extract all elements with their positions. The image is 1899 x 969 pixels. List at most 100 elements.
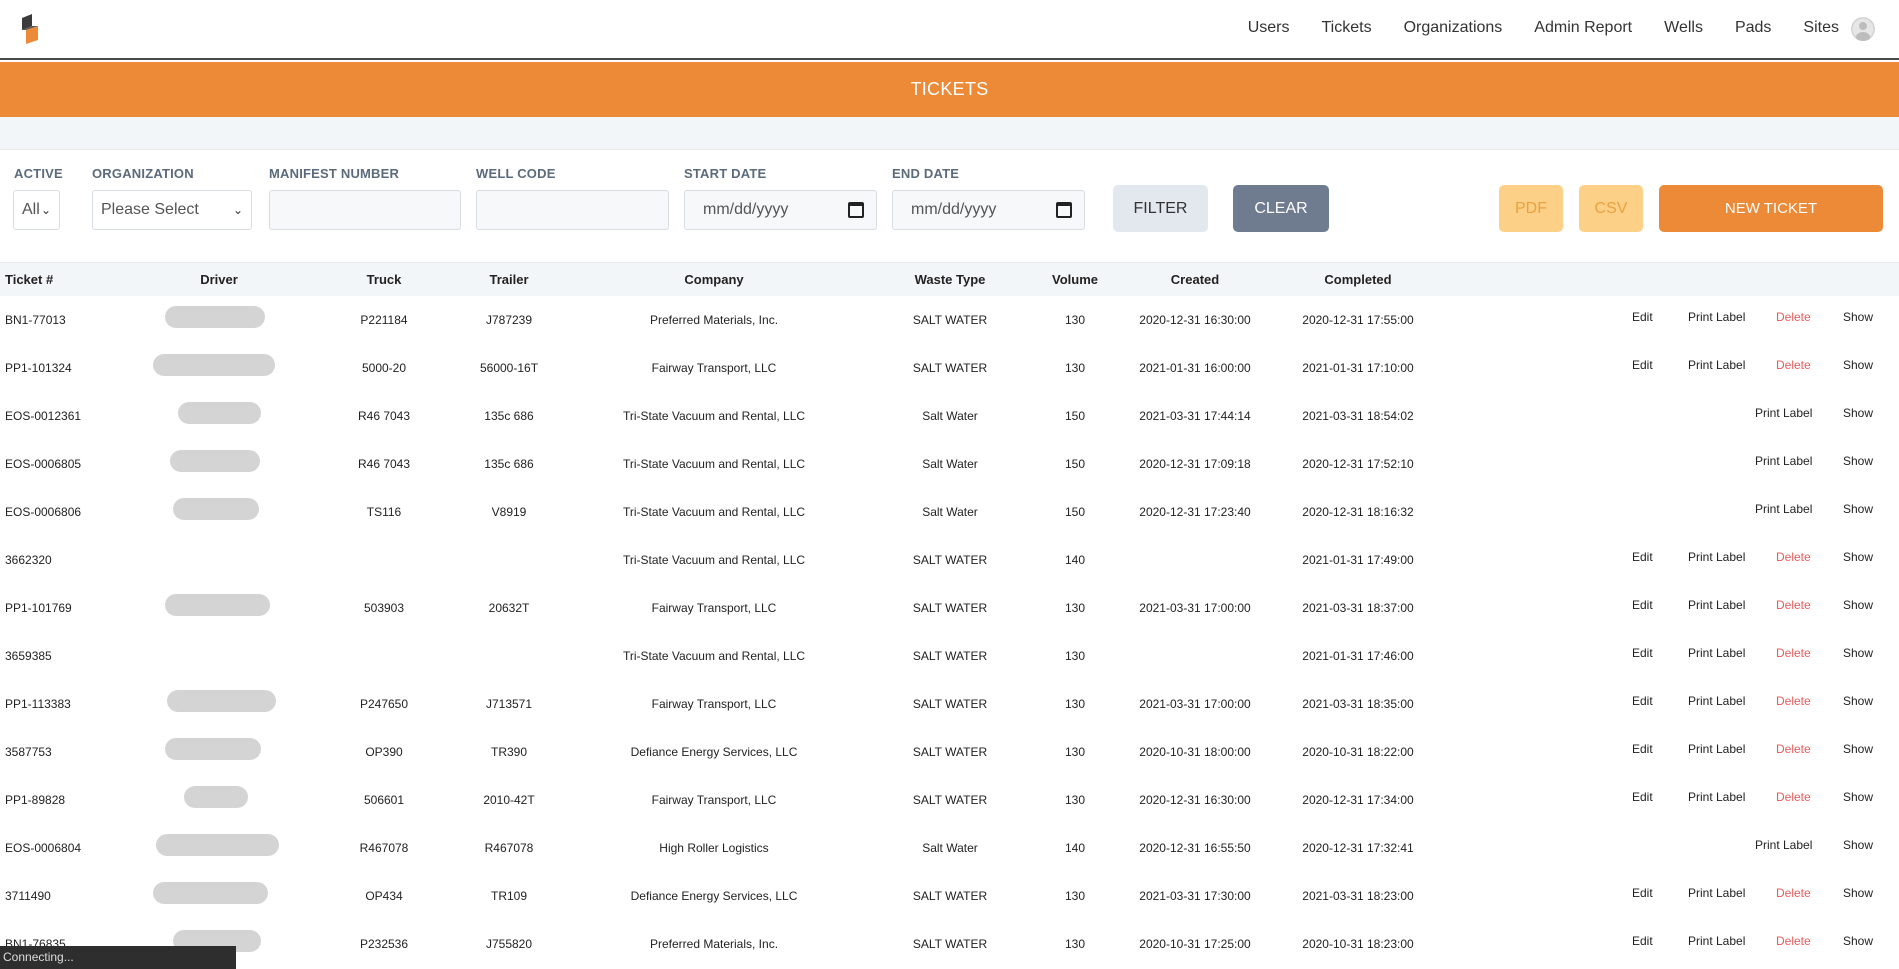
print-label-link[interactable]: Print Label	[1688, 742, 1745, 756]
edit-link[interactable]: Edit	[1632, 646, 1653, 660]
table-row[interactable]: PP1-89828 506601 2010-42T Fairway Transport…	[0, 776, 1899, 824]
nav-link-pads[interactable]: Pads	[1735, 19, 1771, 37]
cell-created: 2020-10-31 17:25:00	[1139, 937, 1251, 951]
driver-redacted	[173, 498, 259, 520]
table-row[interactable]: 3711490 OP434 TR109 Defiance Energy Service…	[0, 872, 1899, 920]
csv-button[interactable]: CSV	[1579, 185, 1643, 232]
cell-waste: Salt Water	[922, 409, 978, 423]
delete-link[interactable]: Delete	[1776, 934, 1811, 948]
column-header[interactable]: Completed	[1324, 272, 1391, 287]
edit-link[interactable]: Edit	[1632, 598, 1653, 612]
print-label-link[interactable]: Print Label	[1688, 694, 1745, 708]
print-label-link[interactable]: Print Label	[1755, 406, 1812, 420]
show-link[interactable]: Show	[1843, 934, 1873, 948]
print-label-link[interactable]: Print Label	[1688, 598, 1745, 612]
delete-link[interactable]: Delete	[1776, 694, 1811, 708]
chevron-down-icon: ⌄	[232, 203, 243, 217]
table-row[interactable]: EOS-0012361 R46 7043 135c 686 Tri-State Vac…	[0, 392, 1899, 440]
edit-link[interactable]: Edit	[1632, 358, 1653, 372]
edit-link[interactable]: Edit	[1632, 934, 1653, 948]
calendar-icon[interactable]	[848, 202, 864, 218]
delete-link[interactable]: Delete	[1776, 358, 1811, 372]
delete-link[interactable]: Delete	[1776, 790, 1811, 804]
show-link[interactable]: Show	[1843, 406, 1873, 420]
new-ticket-button[interactable]: NEW TICKET	[1659, 185, 1883, 232]
cell-ticket: 3662320	[5, 553, 52, 567]
delete-link[interactable]: Delete	[1776, 598, 1811, 612]
app-logo-icon[interactable]	[18, 14, 42, 46]
print-label-link[interactable]: Print Label	[1688, 550, 1745, 564]
nav-link-users[interactable]: Users	[1248, 19, 1290, 37]
edit-link[interactable]: Edit	[1632, 310, 1653, 324]
edit-link[interactable]: Edit	[1632, 886, 1653, 900]
show-link[interactable]: Show	[1843, 502, 1873, 516]
show-link[interactable]: Show	[1843, 358, 1873, 372]
column-header[interactable]: Volume	[1052, 272, 1098, 287]
show-link[interactable]: Show	[1843, 886, 1873, 900]
edit-link[interactable]: Edit	[1632, 742, 1653, 756]
well-code-input[interactable]	[476, 190, 669, 230]
show-link[interactable]: Show	[1843, 310, 1873, 324]
column-header[interactable]: Trailer	[489, 272, 528, 287]
start-date-input[interactable]: mm/dd/yyyy	[684, 190, 877, 230]
active-select[interactable]: All ⌄	[13, 190, 60, 230]
manifest-number-input[interactable]	[269, 190, 461, 230]
pdf-button[interactable]: PDF	[1499, 185, 1563, 232]
table-row[interactable]: EOS-0006805 R46 7043 135c 686 Tri-State Vac…	[0, 440, 1899, 488]
delete-link[interactable]: Delete	[1776, 886, 1811, 900]
table-row[interactable]: BN1-76835 P232536 J755820 Preferred Materia…	[0, 920, 1899, 968]
table-row[interactable]: BN1-77013 P221184 J787239 Preferred Materia…	[0, 296, 1899, 344]
show-link[interactable]: Show	[1843, 550, 1873, 564]
print-label-link[interactable]: Print Label	[1688, 790, 1745, 804]
end-date-input[interactable]: mm/dd/yyyy	[892, 190, 1085, 230]
table-row[interactable]: 3662320 Tri-State Vacuum and Rental, LLC S…	[0, 536, 1899, 584]
table-row[interactable]: EOS-0006806 TS116 V8919 Tri-State Vacuum an…	[0, 488, 1899, 536]
nav-link-organizations[interactable]: Organizations	[1404, 19, 1503, 37]
table-row[interactable]: EOS-0006804 R467078 R467078 High Roller Log…	[0, 824, 1899, 872]
table-row[interactable]: 3659385 Tri-State Vacuum and Rental, LLC S…	[0, 632, 1899, 680]
delete-link[interactable]: Delete	[1776, 646, 1811, 660]
column-header[interactable]: Driver	[200, 272, 238, 287]
cell-waste: SALT WATER	[912, 361, 988, 375]
show-link[interactable]: Show	[1843, 646, 1873, 660]
table-row[interactable]: 3587753 OP390 TR390 Defiance Energy Service…	[0, 728, 1899, 776]
column-header[interactable]: Truck	[367, 272, 402, 287]
driver-redacted	[167, 690, 276, 712]
show-link[interactable]: Show	[1843, 598, 1873, 612]
column-header[interactable]: Ticket #	[5, 272, 53, 287]
nav-link-sites[interactable]: Sites	[1803, 19, 1839, 37]
delete-link[interactable]: Delete	[1776, 550, 1811, 564]
delete-link[interactable]: Delete	[1776, 310, 1811, 324]
print-label-link[interactable]: Print Label	[1688, 358, 1745, 372]
show-link[interactable]: Show	[1843, 742, 1873, 756]
table-row[interactable]: PP1-101324 5000-20 56000-16T Fairway Transp…	[0, 344, 1899, 392]
column-header[interactable]: Waste Type	[915, 272, 986, 287]
print-label-link[interactable]: Print Label	[1755, 502, 1812, 516]
print-label-link[interactable]: Print Label	[1688, 310, 1745, 324]
print-label-link[interactable]: Print Label	[1688, 646, 1745, 660]
show-link[interactable]: Show	[1843, 838, 1873, 852]
column-header[interactable]: Created	[1171, 272, 1219, 287]
show-link[interactable]: Show	[1843, 694, 1873, 708]
filter-button[interactable]: FILTER	[1113, 185, 1208, 232]
delete-link[interactable]: Delete	[1776, 742, 1811, 756]
show-link[interactable]: Show	[1843, 454, 1873, 468]
user-avatar-icon[interactable]	[1851, 17, 1875, 41]
print-label-link[interactable]: Print Label	[1755, 454, 1812, 468]
column-header[interactable]: Company	[684, 272, 743, 287]
print-label-link[interactable]: Print Label	[1688, 886, 1745, 900]
clear-button[interactable]: CLEAR	[1233, 185, 1329, 232]
table-row[interactable]: PP1-113383 P247650 J713571 Fairway Transpor…	[0, 680, 1899, 728]
edit-link[interactable]: Edit	[1632, 790, 1653, 804]
edit-link[interactable]: Edit	[1632, 550, 1653, 564]
show-link[interactable]: Show	[1843, 790, 1873, 804]
nav-link-wells[interactable]: Wells	[1664, 19, 1703, 37]
organization-select[interactable]: Please Select ⌄	[92, 190, 252, 230]
print-label-link[interactable]: Print Label	[1755, 838, 1812, 852]
table-row[interactable]: PP1-101769 503903 20632T Fairway Transport,…	[0, 584, 1899, 632]
nav-link-tickets[interactable]: Tickets	[1322, 19, 1372, 37]
nav-link-admin-report[interactable]: Admin Report	[1534, 19, 1632, 37]
print-label-link[interactable]: Print Label	[1688, 934, 1745, 948]
edit-link[interactable]: Edit	[1632, 694, 1653, 708]
calendar-icon[interactable]	[1056, 202, 1072, 218]
